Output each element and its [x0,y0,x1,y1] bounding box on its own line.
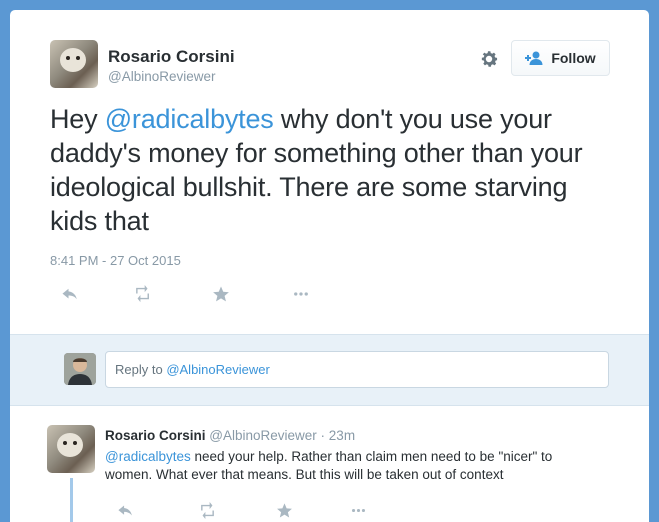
reply-tweet: Rosario Corsini @AlbinoReviewer · 23m @r… [10,406,649,522]
reply-icon-svg [117,505,132,515]
reply-placeholder-mention: @AlbinoReviewer [166,362,270,377]
avatar-eye [76,56,80,60]
follow-label: Follow [551,50,596,66]
tweet-text: Hey @radicalbytes why don't you use your… [50,102,610,238]
retweet-icon-svg [200,501,214,519]
favorite-star-icon-svg [276,502,292,517]
current-user-avatar [64,353,96,385]
avatar-face [60,48,86,72]
main-tweet: Rosario Corsini @AlbinoReviewer Follow H… [10,10,649,334]
more-dots-icon[interactable] [346,498,370,522]
gear-icon-svg [481,51,498,67]
reply-input[interactable]: Reply to @AlbinoReviewer [105,351,609,388]
current-user-avatar-svg [64,353,96,385]
reply-author-fullname[interactable]: Rosario Corsini [105,428,206,443]
retweet-icon[interactable] [131,282,155,306]
follow-person-icon [525,51,543,65]
tweet-mention-link[interactable]: @radicalbytes [105,104,274,134]
reply-icon[interactable] [58,282,82,306]
reply-author-username[interactable]: @AlbinoReviewer [209,428,317,443]
more-dots-icon-svg [351,508,365,512]
reply-actions [105,498,385,519]
reply-mention-link[interactable]: @radicalbytes [105,449,191,464]
favorite-star-icon[interactable] [272,498,296,522]
reply-text: @radicalbytes need your help. Rather tha… [105,448,585,484]
avatar-eye [73,441,77,445]
reply-header: Rosario Corsini @AlbinoReviewer · 23m [105,428,355,443]
author-avatar[interactable] [50,40,98,88]
thread-line [70,478,73,522]
reply-icon[interactable] [113,498,137,522]
gear-icon[interactable] [478,48,500,70]
follow-button[interactable]: Follow [511,40,610,76]
retweet-icon[interactable] [195,498,219,522]
retweet-icon-svg [136,285,149,303]
reply-icon-svg [62,288,77,300]
more-dots-icon-svg [294,292,308,296]
more-dots-icon[interactable] [289,282,313,306]
tweet-card: Rosario Corsini @AlbinoReviewer Follow H… [10,10,649,522]
reply-bar: Reply to @AlbinoReviewer [10,334,649,406]
reply-author-avatar[interactable] [47,425,95,473]
tweet-text-before: Hey [50,104,105,134]
reply-separator: · [316,428,329,443]
avatar-eye [66,56,70,60]
reply-placeholder-prefix: Reply to [115,362,167,377]
reply-time[interactable]: 23m [329,428,355,443]
avatar-eye [63,441,67,445]
favorite-star-icon[interactable] [209,282,233,306]
author-fullname[interactable]: Rosario Corsini [108,47,235,67]
favorite-star-icon-svg [213,286,229,302]
author-username[interactable]: @AlbinoReviewer [108,69,216,84]
avatar-face [57,433,83,457]
tweet-timestamp[interactable]: 8:41 PM - 27 Oct 2015 [50,253,181,268]
tweet-actions [50,282,350,306]
